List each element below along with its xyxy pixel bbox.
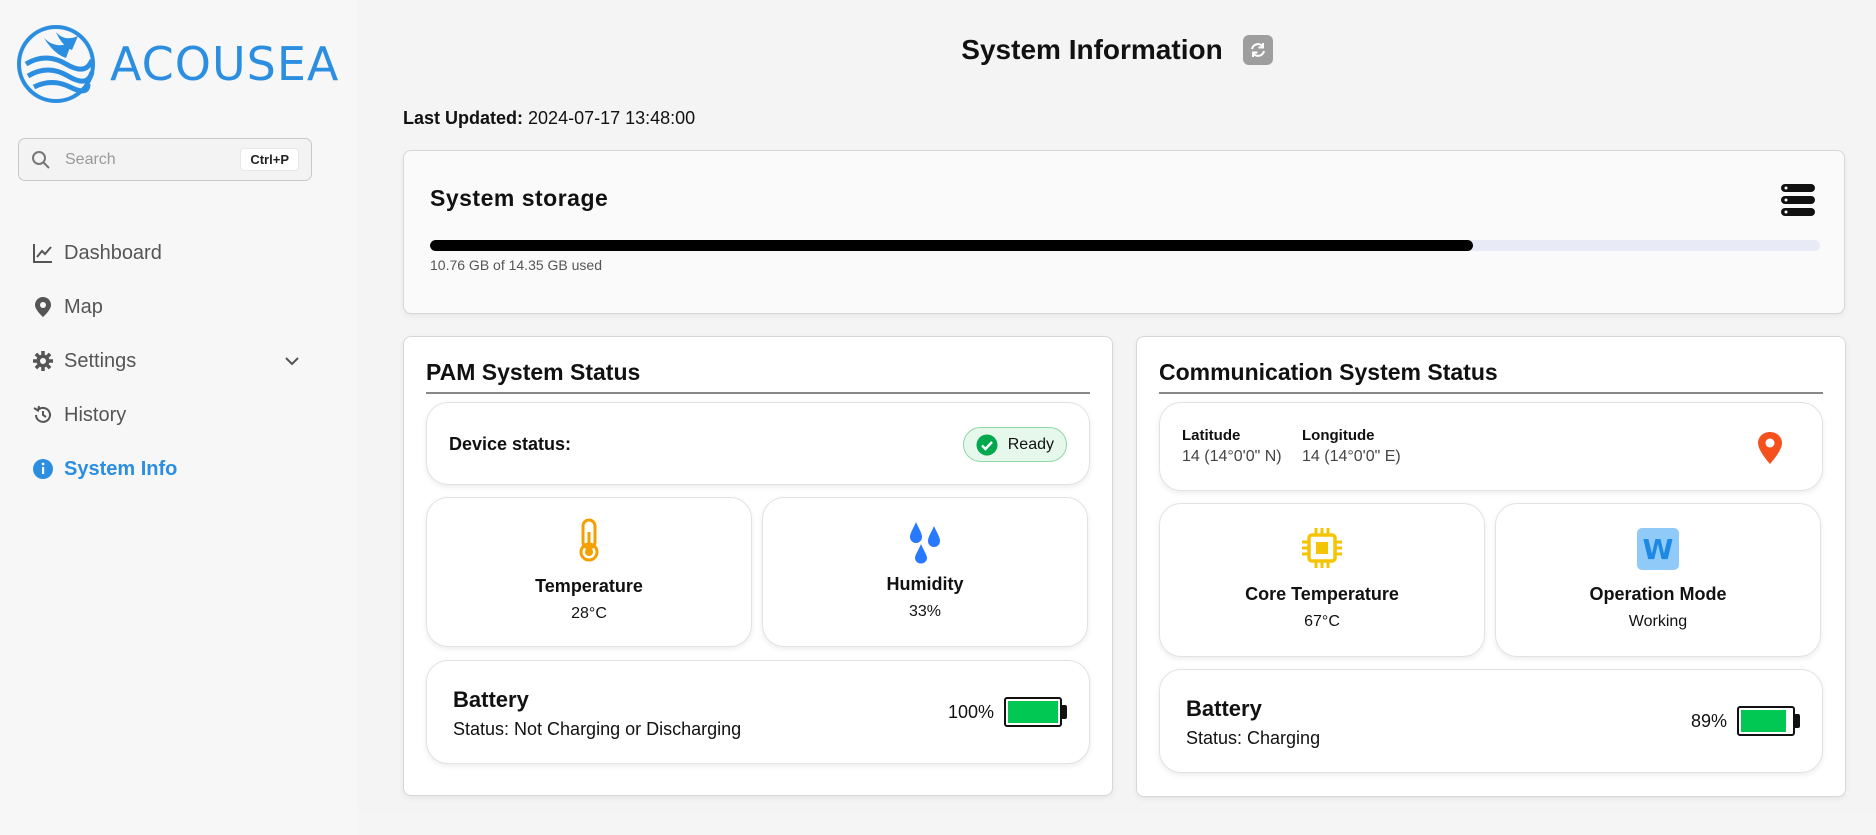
core-temperature-label: Core Temperature bbox=[1245, 584, 1399, 604]
storage-progress-bar bbox=[430, 240, 1820, 251]
battery-cap bbox=[1062, 705, 1067, 719]
device-status-label: Device status: bbox=[449, 434, 572, 454]
operation-mode-icon: W bbox=[1637, 528, 1679, 570]
battery-status: Status: Not Charging or Discharging bbox=[453, 719, 742, 739]
server-icon bbox=[1781, 184, 1815, 216]
acousea-logo-icon bbox=[17, 25, 95, 103]
operation-mode-tile: W Operation Mode Working bbox=[1495, 503, 1821, 657]
history-icon bbox=[33, 405, 51, 423]
gear-icon bbox=[33, 351, 53, 371]
core-temperature-tile: Core Temperature 67°C bbox=[1159, 503, 1485, 657]
sidebar-item-label: Dashboard bbox=[64, 241, 162, 264]
storage-used-text: 10.76 GB of 14.35 GB used bbox=[430, 257, 603, 273]
chart-line-icon bbox=[33, 244, 52, 263]
system-storage-card: System storage 10.76 GB of 14.35 GB used bbox=[403, 150, 1845, 314]
info-icon bbox=[33, 459, 53, 479]
last-updated: Last Updated: 2024-07-17 13:48:00 bbox=[403, 108, 695, 129]
brand-logo[interactable]: ACOUSEA bbox=[16, 24, 339, 104]
sidebar-item-label: System Info bbox=[64, 457, 178, 480]
main-content: System Information Last Updated: 2024-07… bbox=[358, 0, 1876, 810]
search-shortcut-badge: Ctrl+P bbox=[240, 148, 299, 171]
pam-panel-title: PAM System Status bbox=[426, 359, 1090, 394]
sidebar-item-history[interactable]: History bbox=[32, 388, 302, 442]
longitude-field: Longitude 14 (14°0'0" E) bbox=[1302, 427, 1401, 466]
comm-panel-title: Communication System Status bbox=[1159, 359, 1823, 394]
sidebar-item-label: Map bbox=[64, 295, 103, 318]
device-status-card: Device status: Ready bbox=[426, 402, 1090, 485]
search-box[interactable]: Ctrl+P bbox=[18, 138, 312, 181]
battery-title: Battery bbox=[1186, 696, 1262, 721]
refresh-icon bbox=[1250, 43, 1265, 57]
battery-icon bbox=[1004, 697, 1062, 727]
storage-title: System storage bbox=[430, 185, 609, 211]
refresh-button[interactable] bbox=[1242, 35, 1273, 65]
last-updated-value: 2024-07-17 13:48:00 bbox=[528, 108, 696, 128]
longitude-label: Longitude bbox=[1302, 427, 1375, 444]
battery-percent: 89% bbox=[1690, 710, 1727, 731]
sidebar-item-settings[interactable]: Settings bbox=[32, 334, 302, 388]
cpu-icon bbox=[1302, 528, 1342, 568]
search-icon bbox=[32, 150, 50, 169]
status-badge-text: Ready bbox=[1007, 435, 1054, 453]
operation-mode-label: Operation Mode bbox=[1589, 584, 1727, 604]
pam-status-panel: PAM System Status Device status: Ready T… bbox=[403, 336, 1113, 796]
water-drops-icon bbox=[910, 522, 940, 564]
search-input[interactable] bbox=[65, 150, 235, 169]
sidebar-item-label: History bbox=[64, 403, 127, 426]
sidebar-item-dashboard[interactable]: Dashboard bbox=[32, 226, 302, 280]
brand-name: ACOUSEA bbox=[110, 37, 340, 91]
temperature-value: 28°C bbox=[571, 605, 607, 622]
map-pin-icon bbox=[35, 297, 51, 317]
battery-percent: 100% bbox=[947, 701, 994, 722]
page-title: System Information bbox=[961, 34, 1223, 65]
pam-battery-card: Battery Status: Not Charging or Discharg… bbox=[426, 660, 1090, 764]
temperature-tile: Temperature 28°C bbox=[426, 497, 752, 647]
location-card: Latitude 14 (14°0'0" N) Longitude 14 (14… bbox=[1159, 402, 1823, 491]
battery-icon bbox=[1737, 706, 1795, 736]
latitude-label: Latitude bbox=[1182, 427, 1241, 444]
sidebar-item-map[interactable]: Map bbox=[32, 280, 302, 334]
longitude-value: 14 (14°0'0" E) bbox=[1302, 448, 1401, 465]
core-temperature-value: 67°C bbox=[1304, 613, 1340, 630]
battery-status: Status: Charging bbox=[1186, 728, 1321, 748]
sidebar-nav: Dashboard Map Settings History System In… bbox=[32, 226, 302, 496]
battery-indicator: 100% bbox=[948, 697, 1067, 727]
latitude-field: Latitude 14 (14°0'0" N) bbox=[1182, 427, 1282, 466]
comm-battery-card: Battery Status: Charging 89% bbox=[1159, 669, 1823, 773]
operation-mode-value: Working bbox=[1628, 613, 1688, 630]
last-updated-label: Last Updated: bbox=[403, 108, 524, 128]
battery-indicator: 89% bbox=[1691, 706, 1800, 736]
humidity-label: Humidity bbox=[886, 574, 964, 594]
comm-status-panel: Communication System Status Latitude 14 … bbox=[1136, 336, 1846, 797]
humidity-tile: Humidity 33% bbox=[762, 497, 1088, 647]
location-pin-icon[interactable] bbox=[1756, 431, 1784, 465]
sidebar: ACOUSEA Ctrl+P Dashboard Map Settings Hi… bbox=[0, 0, 358, 835]
sidebar-item-system-info[interactable]: System Info bbox=[32, 442, 302, 496]
humidity-value: 33% bbox=[908, 603, 942, 620]
check-circle-icon bbox=[976, 434, 998, 455]
chevron-down-icon[interactable] bbox=[282, 351, 302, 371]
status-badge: Ready bbox=[962, 427, 1067, 462]
thermometer-icon bbox=[579, 518, 599, 562]
temperature-label: Temperature bbox=[535, 576, 643, 596]
battery-cap bbox=[1795, 714, 1800, 728]
battery-title: Battery bbox=[453, 687, 529, 712]
latitude-value: 14 (14°0'0" N) bbox=[1182, 448, 1282, 465]
sidebar-item-label: Settings bbox=[64, 349, 137, 372]
page-header: System Information bbox=[358, 34, 1876, 66]
storage-progress-fill bbox=[430, 240, 1473, 251]
